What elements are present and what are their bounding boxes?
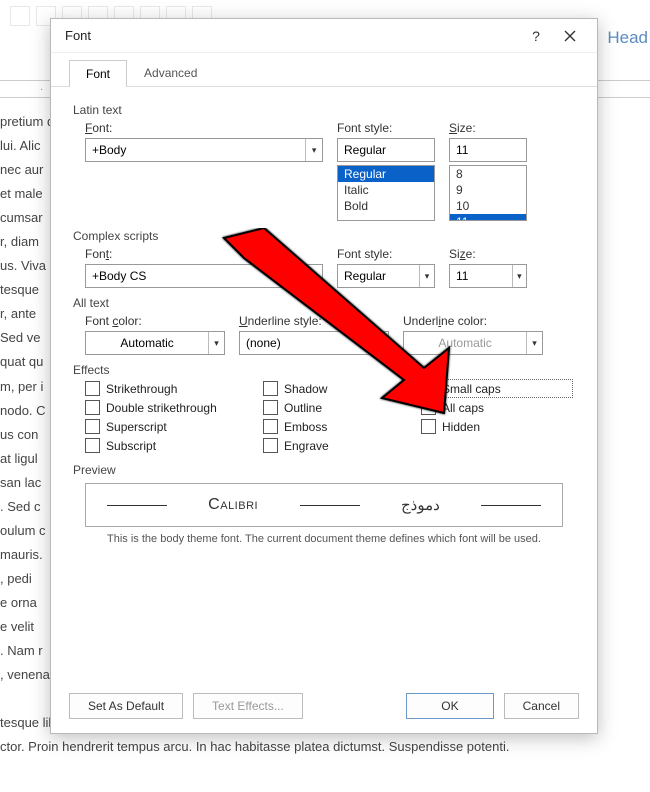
underline-color-input [404, 332, 526, 354]
chevron-down-icon[interactable]: ▾ [512, 265, 526, 287]
cancel-button[interactable]: Cancel [504, 693, 579, 719]
latin-style-combo[interactable] [337, 138, 435, 162]
complex-size-input[interactable] [450, 265, 512, 287]
complex-style-combo[interactable]: ▾ [337, 264, 435, 288]
chevron-down-icon: ▾ [526, 332, 542, 354]
latin-font-combo[interactable]: ▾ [85, 138, 323, 162]
list-item[interactable]: Italic [338, 182, 434, 198]
complex-font-label: Font: [85, 247, 323, 261]
hidden-checkbox[interactable]: Hidden [421, 419, 571, 434]
preview-sample-latin: Calibri [208, 496, 258, 514]
tab-strip: Font Advanced [51, 53, 597, 87]
font-dialog: Font ? Font Advanced Latin text Font: ▾ … [50, 18, 598, 734]
complex-style-label: Font style: [337, 247, 435, 261]
latin-style-label: Font style: [337, 121, 435, 135]
text-effects-button[interactable]: Text Effects... [193, 693, 303, 719]
chevron-down-icon[interactable]: ▾ [208, 332, 224, 354]
latin-style-list[interactable]: Regular Italic Bold [337, 165, 435, 221]
list-item[interactable]: 11 [450, 214, 526, 221]
font-color-label: Font color: [85, 314, 225, 328]
chevron-down-icon[interactable]: ▾ [372, 332, 388, 354]
latin-font-input[interactable] [86, 139, 305, 161]
group-effects: Effects [73, 363, 575, 377]
font-color-input[interactable] [86, 332, 208, 354]
latin-font-label: Font: [85, 121, 323, 135]
list-item[interactable]: 8 [450, 166, 526, 182]
chevron-down-icon[interactable]: ▾ [305, 139, 322, 161]
underline-color-combo: ▾ [403, 331, 543, 355]
group-complex: Complex scripts [73, 229, 575, 243]
underline-style-combo[interactable]: ▾ [239, 331, 389, 355]
underline-color-label: Underline color: [403, 314, 543, 328]
close-button[interactable] [553, 22, 587, 50]
latin-size-label: Size: [449, 121, 527, 135]
preview-box: Calibri دموذج [85, 483, 563, 527]
double-strikethrough-checkbox[interactable]: Double strikethrough [85, 400, 255, 415]
group-alltext: All text [73, 296, 575, 310]
titlebar: Font ? [51, 19, 597, 53]
tab-advanced[interactable]: Advanced [127, 59, 214, 86]
outline-checkbox[interactable]: Outline [263, 400, 413, 415]
latin-size-list[interactable]: 8 9 10 11 [449, 165, 527, 221]
latin-style-input[interactable] [338, 139, 434, 161]
chevron-down-icon[interactable]: ▾ [305, 265, 322, 287]
close-icon [564, 30, 576, 42]
complex-size-combo[interactable]: ▾ [449, 264, 527, 288]
chevron-down-icon[interactable]: ▾ [419, 265, 434, 287]
set-as-default-button[interactable]: Set As Default [69, 693, 183, 719]
underline-style-input[interactable] [240, 332, 372, 354]
group-preview: Preview [73, 463, 575, 477]
subscript-checkbox[interactable]: Subscript [85, 438, 255, 453]
help-button[interactable]: ? [519, 22, 553, 50]
tab-font[interactable]: Font [69, 60, 127, 87]
list-item[interactable]: Regular [338, 166, 434, 182]
preview-note: This is the body theme font. The current… [73, 533, 575, 545]
superscript-checkbox[interactable]: Superscript [85, 419, 255, 434]
complex-font-combo[interactable]: ▾ [85, 264, 323, 288]
underline-style-label: Underline style: [239, 314, 389, 328]
latin-size-input[interactable] [450, 139, 526, 161]
emboss-checkbox[interactable]: Emboss [263, 419, 413, 434]
complex-style-input[interactable] [338, 265, 419, 287]
all-caps-checkbox[interactable]: All caps [421, 400, 571, 415]
strikethrough-checkbox[interactable]: Strikethrough [85, 381, 255, 396]
complex-size-label: Size: [449, 247, 527, 261]
preview-sample-cs: دموذج [401, 496, 440, 514]
latin-size-combo[interactable] [449, 138, 527, 162]
ok-button[interactable]: OK [406, 693, 493, 719]
complex-font-input[interactable] [86, 265, 305, 287]
list-item[interactable]: 9 [450, 182, 526, 198]
list-item[interactable]: 10 [450, 198, 526, 214]
group-latin: Latin text [73, 103, 575, 117]
list-item[interactable]: Bold [338, 198, 434, 214]
shadow-checkbox[interactable]: Shadow [263, 381, 413, 396]
font-color-combo[interactable]: ▾ [85, 331, 225, 355]
dialog-title: Font [61, 28, 519, 43]
small-caps-checkbox[interactable]: ✓Small caps [421, 381, 571, 396]
engrave-checkbox[interactable]: Engrave [263, 438, 413, 453]
